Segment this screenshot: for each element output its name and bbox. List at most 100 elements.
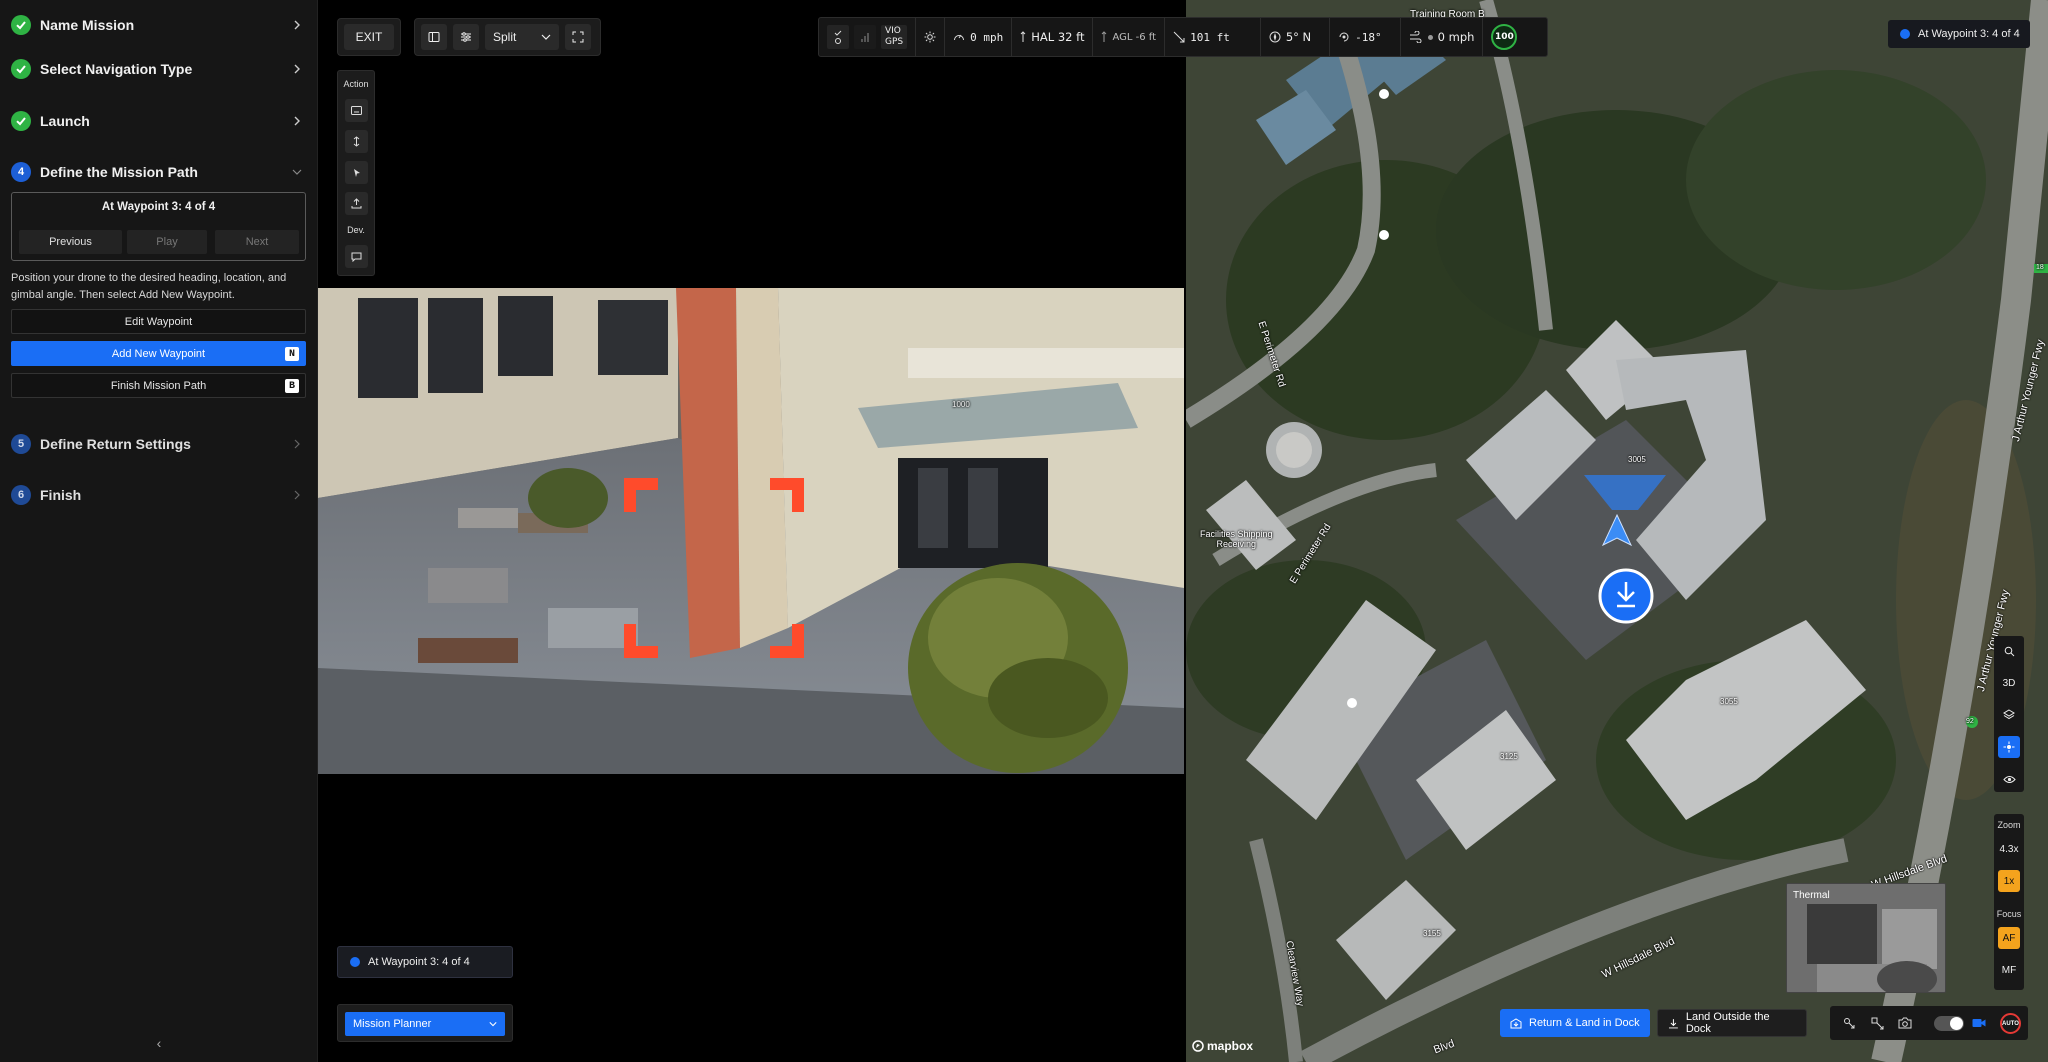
zoom-value-button[interactable]: 4.3x [1998, 838, 2020, 860]
check-icon [11, 15, 31, 35]
camera-icon[interactable] [1894, 1012, 1916, 1034]
finish-mission-path-button[interactable]: Finish Mission Path B [11, 373, 306, 398]
thermal-label: Thermal [1793, 890, 1830, 901]
return-and-land-in-dock-button[interactable]: Return & Land in Dock [1500, 1009, 1650, 1037]
land-outside-dock-button[interactable]: Land Outside the Dock [1657, 1009, 1807, 1037]
sun-icon [924, 31, 936, 43]
gimbal-value: -18° [1355, 30, 1382, 44]
route-shield-label: 18 [2036, 264, 2044, 271]
edit-waypoint-button[interactable]: Edit Waypoint [11, 309, 306, 334]
map-label: 3125 [1500, 752, 1518, 761]
map-chip-text: At Waypoint 3: 4 of 4 [1918, 28, 2020, 40]
step-label: Finish [40, 487, 82, 503]
step-number-badge: 5 [11, 434, 31, 454]
wind-dot-icon [1427, 34, 1433, 40]
agl-value: AGL -6 ft [1112, 31, 1157, 43]
app-root: Name Mission Select Navigation Type Laun… [0, 0, 2048, 1062]
mode-select-value: Mission Planner [353, 1018, 432, 1030]
keyboard-icon[interactable] [345, 99, 368, 122]
add-new-waypoint-button[interactable]: Add New Waypoint N [11, 341, 306, 366]
chevron-down-icon [292, 169, 302, 175]
focus-label: Focus [1996, 909, 2022, 919]
preflight-check-icon [827, 25, 849, 49]
map-label: Facilities Shipping Receiving [1200, 529, 1273, 549]
view-mode-select[interactable]: Split [485, 24, 559, 50]
speed-value: 0 mph [970, 30, 1004, 44]
search-icon[interactable] [1998, 640, 2020, 662]
map-view-controls: 3D [1994, 636, 2024, 792]
step-finish[interactable]: 6 Finish [0, 470, 318, 520]
layers-icon[interactable] [1998, 704, 2020, 726]
vio-label: VIO [885, 26, 901, 36]
video-camera-icon[interactable] [1968, 1012, 1990, 1034]
hal-value: HAL 32 ft [1031, 30, 1085, 44]
step-launch[interactable]: Launch [0, 96, 318, 146]
mapbox-icon [1192, 1040, 1204, 1052]
action-strip: Action Dev. [337, 70, 375, 276]
mission-planner-select[interactable]: Mission Planner [345, 1012, 505, 1036]
chat-icon[interactable] [345, 245, 368, 268]
locate-drone-icon[interactable] [1998, 736, 2020, 758]
fullscreen-icon[interactable] [565, 24, 591, 50]
button-label: Add New Waypoint [111, 347, 206, 360]
dock-icon [1510, 1017, 1522, 1028]
play-button[interactable]: Play [127, 230, 207, 254]
sidebar-toggle-icon[interactable] [421, 24, 447, 50]
camera-feed[interactable] [318, 288, 1184, 774]
map-label: 3005 [1628, 455, 1646, 464]
dev-label: Dev. [347, 225, 365, 235]
waypoint-status-pill: At Waypoint 3: 4 of 4 [337, 946, 513, 978]
view-toolbar: Split [414, 18, 601, 56]
upload-icon[interactable] [345, 192, 368, 215]
map-label: 3155 [1423, 929, 1441, 938]
wind-cell: 0 mph [1401, 18, 1484, 56]
step-select-navigation-type[interactable]: Select Navigation Type [0, 44, 318, 94]
mapbox-logo: mapbox [1192, 1039, 1253, 1053]
battery-cell[interactable]: 100 [1483, 18, 1525, 56]
auto-exposure-button[interactable]: AUTO [2000, 1013, 2021, 1034]
thermal-preview[interactable]: Thermal [1786, 883, 1946, 993]
gimbal-icon [1339, 32, 1349, 42]
land-icon [1668, 1018, 1678, 1028]
altitude-icon[interactable] [345, 130, 368, 153]
eye-icon[interactable] [1998, 768, 2020, 790]
next-waypoint-button[interactable]: Next [215, 230, 299, 254]
zoom-1x-button[interactable]: 1x [1998, 870, 2020, 892]
photo-video-toggle[interactable] [1934, 1016, 1964, 1031]
route-shield-label: 92 [1966, 718, 1974, 725]
step-number-badge: 4 [11, 162, 31, 182]
gimbal-reset-icon[interactable] [1838, 1012, 1860, 1034]
preflight-status[interactable]: VIO GPS [819, 18, 917, 56]
gimbal-pitch-icon[interactable] [1866, 1012, 1888, 1034]
brightness-cell[interactable] [916, 18, 946, 56]
heading-cell: 5° N [1261, 18, 1331, 56]
height-icon [1020, 31, 1026, 42]
camera-feed-image [318, 288, 1184, 774]
button-label: Land Outside the Dock [1685, 1011, 1770, 1035]
hal-cell: HAL 32 ft [1012, 18, 1094, 56]
check-icon [11, 59, 31, 79]
step-define-mission-path[interactable]: 4 Define the Mission Path [0, 147, 318, 197]
step-name-mission[interactable]: Name Mission [0, 0, 318, 50]
zoom-label: Zoom [1997, 820, 2021, 830]
previous-waypoint-button[interactable]: Previous [19, 230, 122, 254]
shortcut-key: N [285, 347, 299, 361]
signal-icon [854, 25, 876, 49]
mapbox-text: mapbox [1207, 1039, 1254, 1053]
exit-button[interactable]: EXIT [344, 24, 394, 50]
step-define-return-settings[interactable]: 5 Define Return Settings [0, 419, 318, 469]
settings-sliders-icon[interactable] [453, 24, 479, 50]
distance-cell: 101 ft [1165, 18, 1261, 56]
agl-icon [1102, 31, 1107, 42]
pointer-icon[interactable] [345, 161, 368, 184]
manual-focus-button[interactable]: MF [1998, 959, 2020, 981]
mission-sidebar: Name Mission Select Navigation Type Laun… [0, 0, 318, 1062]
shortcut-key: B [285, 379, 299, 393]
chevron-down-icon [489, 1022, 497, 1027]
collapse-sidebar-icon[interactable]: ‹ [150, 1035, 168, 1053]
mode-select-box: Mission Planner [337, 1004, 513, 1042]
waypoint-card: At Waypoint 3: 4 of 4 Previous Play Next [11, 192, 306, 261]
3d-toggle-button[interactable]: 3D [1998, 672, 2020, 694]
speed-cell: 0 mph [945, 18, 1013, 56]
autofocus-button[interactable]: AF [1998, 927, 2020, 949]
